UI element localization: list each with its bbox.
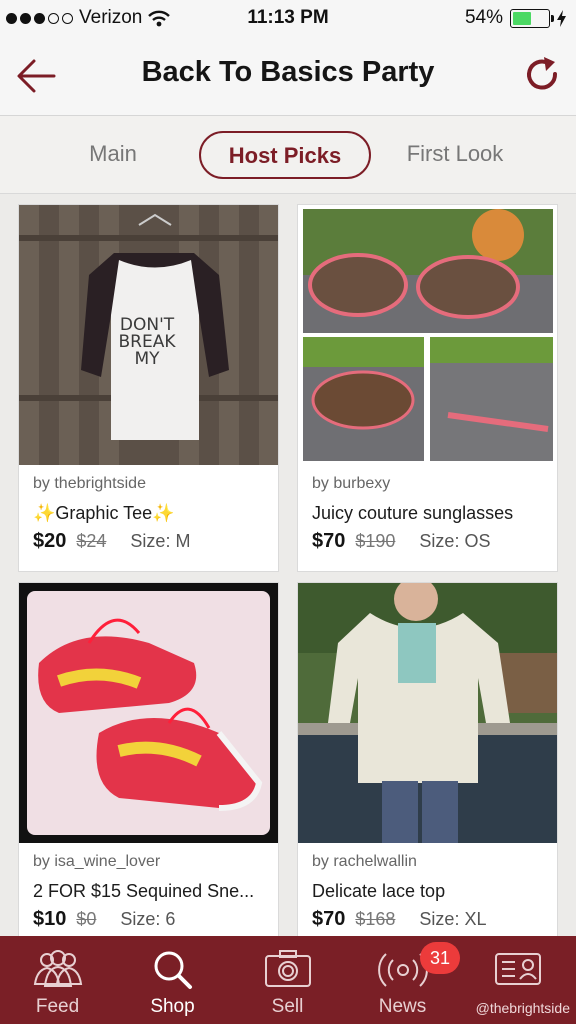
listing-title: Juicy couture sunglasses [312, 503, 514, 523]
listing-card[interactable]: by burbexy Juicy couture sunglasses $70 … [297, 204, 558, 572]
listing-price: $10 [33, 908, 67, 930]
tee-print-text: DON'T BREAK MY [118, 315, 176, 369]
navigation-bar: Back To Basics Party [0, 38, 576, 116]
refresh-icon [527, 57, 558, 90]
page-title: Back To Basics Party [141, 56, 435, 88]
tab-sell[interactable]: Sell [230, 936, 345, 1024]
sneakers-photo [19, 583, 278, 843]
tab-shop[interactable]: Shop [115, 936, 230, 1024]
status-bar: Verizon 11:13 PM 54% [0, 0, 576, 38]
listing-card[interactable]: by isa_wine_lover 2 FOR $15 Sequined Sne… [18, 582, 279, 936]
profile-card-icon [495, 953, 541, 985]
battery-percent: 54% [464, 7, 503, 28]
tab-shop-label: Shop [150, 996, 195, 1017]
listing-price: $20 [33, 530, 67, 552]
listing-card[interactable]: by rachelwallin Delicate lace top $70 $1… [297, 582, 558, 936]
tab-sell-label: Sell [271, 996, 304, 1017]
listing-title: ✨Graphic Tee✨ [33, 503, 175, 523]
listing-price: $70 [312, 908, 346, 930]
seller-name[interactable]: by rachelwallin [312, 853, 543, 871]
listing-photo[interactable] [298, 205, 557, 465]
listing-size: Size: XL [419, 909, 487, 929]
tab-news-label: News [378, 996, 427, 1017]
listing-photo[interactable]: DON'T BREAK MY [19, 205, 278, 465]
listing-title: Delicate lace top [312, 881, 446, 901]
tab-feed-label: Feed [35, 996, 80, 1017]
watermark-text: @thebrightside [475, 1000, 570, 1016]
people-icon [33, 950, 83, 987]
charging-bolt-icon [557, 9, 566, 27]
refresh-button[interactable] [522, 54, 564, 98]
original-price: $24 [76, 531, 107, 551]
tab-first-look[interactable]: First Look [390, 131, 520, 179]
sunglasses-photo [298, 205, 557, 465]
listing-grid: DON'T BREAK MY by thebrightside ✨Graphic… [0, 195, 576, 936]
seller-name[interactable]: by burbexy [312, 475, 543, 493]
search-icon [154, 951, 192, 989]
tab-host-picks[interactable]: Host Picks [199, 131, 371, 179]
seller-name[interactable]: by isa_wine_lover [33, 853, 264, 871]
tab-feed[interactable]: Feed [0, 936, 115, 1024]
original-price: $168 [355, 909, 396, 929]
battery-icon [510, 8, 554, 28]
lace-top-photo [298, 583, 557, 843]
listing-title: 2 FOR $15 Sequined Sne... [33, 881, 255, 901]
camera-icon [265, 950, 311, 987]
listing-size: Size: 6 [120, 909, 176, 929]
listing-card[interactable]: DON'T BREAK MY by thebrightside ✨Graphic… [18, 204, 279, 572]
listing-photo[interactable] [298, 583, 557, 843]
listing-photo[interactable] [19, 583, 278, 843]
original-price: $190 [355, 531, 396, 551]
listing-size: Size: M [130, 531, 191, 551]
listing-size: Size: OS [419, 531, 491, 551]
original-price: $0 [76, 909, 97, 929]
tab-main[interactable]: Main [68, 131, 158, 179]
seller-name[interactable]: by thebrightside [33, 475, 264, 493]
listing-price: $70 [312, 530, 346, 552]
party-tabs: Main Host Picks First Look [0, 116, 576, 194]
news-notification-badge: 31 [420, 942, 460, 974]
